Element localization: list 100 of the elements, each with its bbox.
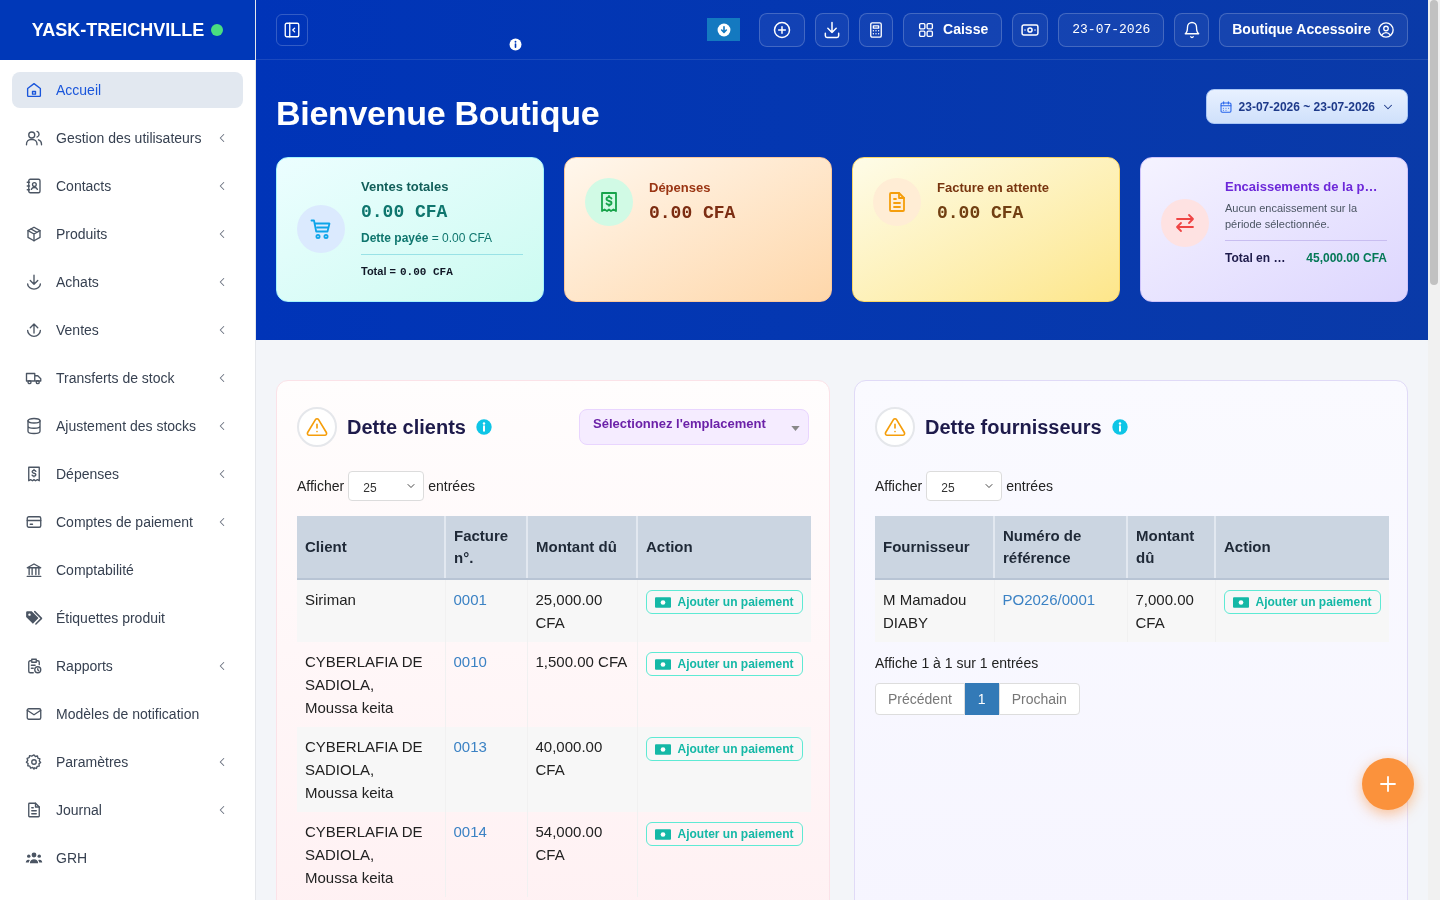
total-label: Total en … [1225, 250, 1286, 267]
sidebar-item[interactable]: Transferts de stock [12, 360, 243, 396]
warning-icon [297, 407, 337, 447]
sidebar-item[interactable]: Modèles de notification [12, 696, 243, 732]
sidebar-item[interactable]: Journal [12, 792, 243, 828]
table-cell: Siriman [297, 579, 445, 642]
sidebar-item[interactable]: Dépenses [12, 456, 243, 492]
sidebar-item[interactable]: Accueil [12, 72, 243, 108]
column-header: Action [1215, 516, 1389, 579]
card-value: 0.00 CFA [649, 201, 737, 225]
sidebar-item[interactable]: Rapports [12, 648, 243, 684]
banknote-icon [654, 596, 671, 608]
entries-label: entrées [1006, 476, 1053, 496]
card-title: Dépenses [649, 178, 712, 197]
tag-icon [25, 609, 43, 627]
column-header: Montant dû [527, 516, 637, 579]
sidebar-item[interactable]: Étiquettes produit [12, 600, 243, 636]
arrow-down-icon [25, 273, 43, 291]
table-cell: CYBERLAFIA DE SADIOLA, Moussa keita [297, 727, 445, 812]
account-button[interactable]: Boutique Accessoire [1219, 12, 1408, 47]
address-book-icon [25, 177, 43, 195]
install-button[interactable] [707, 18, 741, 41]
table-info-text: Affiche 1 à 1 sur 1 entrées [875, 654, 1040, 673]
invoice-link[interactable]: 0010 [453, 653, 487, 670]
page-button[interactable]: 1 [964, 683, 999, 715]
table-cell: M Mamadou DIABY [875, 579, 994, 642]
user-circle-icon [1377, 20, 1395, 39]
card-value: 0.00 CFA [937, 201, 1025, 225]
info-icon [1111, 419, 1128, 435]
calendar-icon [1218, 99, 1233, 114]
invoice-link[interactable]: 0014 [453, 823, 487, 840]
column-header: Client [297, 516, 445, 579]
sidebar-item[interactable]: Achats [12, 264, 243, 300]
panel-title: Dette fournisseurs [925, 415, 1102, 440]
users-icon [25, 129, 43, 147]
scrollbar-thumb[interactable] [1430, 0, 1438, 285]
next-page-button[interactable]: Prochain [998, 683, 1080, 715]
cash-button[interactable] [1012, 12, 1049, 47]
sidebar-item[interactable]: Comptabilité [12, 552, 243, 588]
card-detail: Dette payée = 0.00 CFA [361, 230, 494, 246]
sidebar-item[interactable]: Ajustement des stocks [12, 408, 243, 444]
invoice-link[interactable]: 0001 [453, 591, 487, 608]
sidebar-item[interactable]: GRH [12, 840, 243, 876]
grid-icon [917, 20, 936, 39]
cash-register-button[interactable]: Caisse [903, 12, 1003, 47]
card-note: Aucun encaissement sur la période sélectionnée. [1225, 201, 1359, 232]
receipt-dollar-icon [25, 465, 43, 483]
column-header: Action [637, 516, 811, 579]
invoice-link[interactable]: PO2026/0001 [1002, 591, 1096, 608]
bell-icon [1182, 20, 1201, 39]
arrow-up-icon [25, 321, 43, 339]
receipt-dollar-icon [585, 178, 633, 226]
banknote-icon [654, 743, 671, 755]
date-range-button[interactable]: 23-07-2026 ~ 23-07-2026 [1205, 89, 1408, 124]
download-button[interactable] [815, 12, 850, 47]
calculator-button[interactable] [859, 12, 894, 47]
sidebar-toggle-button[interactable] [276, 13, 308, 46]
banknote-icon [654, 658, 671, 670]
page-size-select[interactable]: 25 [348, 471, 425, 501]
sidebar-item[interactable]: Comptes de paiement [12, 504, 243, 540]
notifications-button[interactable] [1174, 12, 1210, 47]
sidebar-item[interactable]: Ventes [12, 312, 243, 348]
show-label: Afficher [297, 476, 345, 496]
add-button[interactable] [759, 12, 806, 47]
plus-circle-icon [772, 19, 793, 40]
entries-label: entrées [428, 476, 475, 496]
home-icon [25, 81, 43, 99]
info-icon [475, 419, 492, 435]
show-label: Afficher [875, 476, 923, 496]
credit-card-icon [25, 513, 43, 531]
total-value: 45,000.00 CFA [1306, 250, 1387, 267]
location-select[interactable]: Sélectionnez l'emplacement [579, 409, 809, 445]
cart-icon [297, 205, 345, 254]
previous-page-button[interactable]: Précédent [875, 683, 965, 715]
database-icon [25, 417, 43, 435]
bank-icon [25, 561, 43, 579]
download-circle-icon [716, 22, 731, 37]
table-cell: 25,000.00 CFA [527, 579, 637, 642]
card-value: 0.00 CFA [361, 201, 449, 224]
invoice-link[interactable]: 0013 [453, 738, 487, 755]
column-header: Fournisseur [875, 516, 994, 579]
card-title: Encaissements de la p… [1225, 178, 1379, 196]
page-size-select[interactable]: 25 [926, 471, 1003, 501]
column-header: Montant dû [1127, 516, 1215, 579]
table-cell: 54,000.00 CFA [527, 812, 637, 897]
page-title: Bienvenue Boutique [276, 93, 600, 134]
total-label: Total = [361, 264, 396, 279]
card-title: Ventes totales [361, 178, 450, 196]
sidebar-item[interactable]: Contacts [12, 168, 243, 204]
banknote-icon [654, 828, 671, 840]
arrows-left-right-icon [1161, 198, 1209, 247]
box-icon [25, 225, 43, 243]
info-icon [509, 38, 522, 51]
sidebar-item[interactable]: Produits [12, 216, 243, 252]
file-text-icon [25, 801, 43, 819]
panel-left-icon [283, 20, 301, 39]
sidebar-item[interactable]: Gestion des utilisateurs [12, 120, 243, 156]
date-button[interactable]: 23-07-2026 [1058, 12, 1165, 47]
sidebar-item[interactable]: Paramètres [12, 744, 243, 780]
gear-icon [25, 753, 43, 771]
